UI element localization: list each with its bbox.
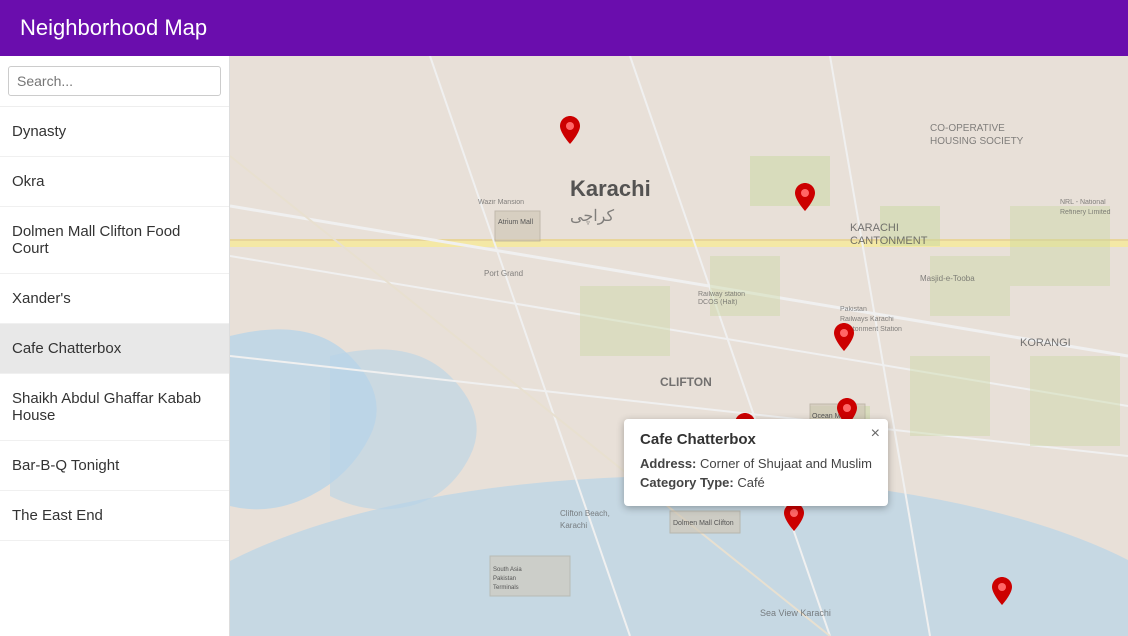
svg-text:Masjid-e-Tooba: Masjid-e-Tooba [920,274,975,283]
svg-text:Railway station: Railway station [698,291,745,298]
sidebar-item-dynasty[interactable]: Dynasty [0,107,229,157]
sidebar-scroll-wrapper: DynastyOkraDolmen Mall Clifton Food Cour… [0,107,229,636]
map-popup: × Cafe Chatterbox Address: Corner of Shu… [624,419,888,506]
svg-text:Dolmen Mall Clifton: Dolmen Mall Clifton [673,520,734,527]
svg-text:Pakistan: Pakistan [840,306,867,313]
sidebar-list: DynastyOkraDolmen Mall Clifton Food Cour… [0,107,229,636]
popup-address-label: Address: [640,456,696,471]
popup-address: Address: Corner of Shujaat and Muslim [640,456,872,471]
svg-text:Wazir Mansion: Wazir Mansion [478,199,524,206]
map-pin-pin2[interactable] [795,183,815,211]
popup-category-label: Category Type: [640,475,734,490]
svg-text:Pakistan: Pakistan [493,576,516,582]
svg-text:KORANGI: KORANGI [1020,337,1071,349]
popup-category: Category Type: Café [640,475,872,490]
svg-text:NRL - National: NRL - National [1060,199,1106,206]
map-pin-pin3[interactable] [834,323,854,351]
sidebar-item-bar-bq-tonight[interactable]: Bar-B-Q Tonight [0,441,229,491]
svg-text:Port Grand: Port Grand [484,269,523,278]
svg-text:کراچی: کراچی [570,208,615,225]
app-header: Neighborhood Map [0,0,1128,56]
svg-text:Railways Karachi: Railways Karachi [840,316,894,323]
sidebar: DynastyOkraDolmen Mall Clifton Food Cour… [0,56,230,636]
map-pin-pin7[interactable] [992,577,1012,605]
sidebar-item-the-east-end[interactable]: The East End [0,491,229,541]
popup-category-value: Café [737,475,764,490]
app-title: Neighborhood Map [20,15,207,41]
svg-text:CO-OPERATIVE: CO-OPERATIVE [930,123,1005,134]
svg-text:South Asia: South Asia [493,567,522,573]
map-pin-pin6[interactable] [784,503,804,531]
popup-close-button[interactable]: × [871,425,880,443]
svg-text:Karachi: Karachi [560,521,587,530]
search-input[interactable] [8,66,221,96]
map-pin-pin1[interactable] [560,116,580,144]
svg-text:Atrium Mall: Atrium Mall [498,219,533,226]
search-container [0,56,229,107]
map-background: Karachi کراچی KARACHI CANTONMENT GIZRI C… [230,56,1128,636]
svg-text:Refinery Limited: Refinery Limited [1060,209,1111,216]
sidebar-item-xanders[interactable]: Xander's [0,274,229,324]
map-container: Karachi کراچی KARACHI CANTONMENT GIZRI C… [230,56,1128,636]
popup-title: Cafe Chatterbox [640,431,872,448]
svg-text:Terminals: Terminals [493,585,519,591]
sidebar-item-shaikh-kabab[interactable]: Shaikh Abdul Ghaffar Kabab House [0,374,229,441]
main-content: DynastyOkraDolmen Mall Clifton Food Cour… [0,56,1128,636]
sidebar-item-okra[interactable]: Okra [0,157,229,207]
svg-text:DCOS (Halt): DCOS (Halt) [698,299,737,306]
svg-text:Karachi: Karachi [570,176,651,201]
svg-text:Clifton Beach,: Clifton Beach, [560,509,610,518]
svg-text:CLIFTON: CLIFTON [660,375,712,389]
sidebar-item-cafe-chatterbox[interactable]: Cafe Chatterbox [0,324,229,374]
svg-text:Sea View Karachi: Sea View Karachi [760,608,831,618]
svg-text:HOUSING SOCIETY: HOUSING SOCIETY [930,136,1024,147]
svg-text:CANTONMENT: CANTONMENT [850,235,928,247]
sidebar-item-dolmen-mall[interactable]: Dolmen Mall Clifton Food Court [0,207,229,274]
popup-address-value: Corner of Shujaat and Muslim [700,456,872,471]
svg-text:KARACHI: KARACHI [850,222,899,234]
